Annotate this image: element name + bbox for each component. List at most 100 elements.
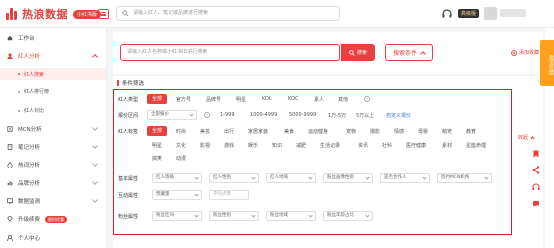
sidebar-item-brands[interactable]: 品牌分析	[0, 175, 107, 191]
avg-likes-input[interactable]: 平均点赞	[209, 190, 249, 200]
main-content: 请输入红人名称或小红书ID进行搜索 搜索 搜索条件 添加收藏 条件筛选 红人类型…	[107, 28, 545, 248]
kol-search-placeholder: 请输入红人名称或小红书ID进行搜索	[127, 49, 208, 55]
kol-tag-option[interactable]: 知识	[272, 142, 282, 149]
kol-tag-option[interactable]: 游戏	[224, 142, 234, 149]
vip-badge[interactable]: 高级版	[458, 9, 480, 18]
help-icon[interactable]: ?	[204, 112, 210, 118]
bookmark-icon[interactable]	[532, 150, 540, 158]
kol-type-label: 红人类型	[118, 97, 139, 103]
edition-badge[interactable]: 小红书版	[73, 9, 102, 19]
sidebar-item-upgrade[interactable]: 升级续费 限时优惠	[0, 211, 107, 227]
kol-tag-option[interactable]: 美妆	[200, 128, 210, 135]
collapse-tags-toggle[interactable]: 收起	[518, 134, 535, 141]
sidebar-item-label: 红人搜索	[24, 71, 45, 78]
kol-type-option[interactable]: 其他	[338, 96, 348, 103]
kol-type-option[interactable]: 品牌号	[206, 96, 221, 103]
logo[interactable]: 热浪数据 小红书版	[6, 6, 102, 22]
chat-icon[interactable]	[532, 200, 540, 208]
sidebar-item-kol-search[interactable]: 红人搜索	[0, 68, 106, 80]
kol-level-select[interactable]: 红人等级	[152, 173, 202, 183]
partner-select[interactable]: 是否合作人	[380, 173, 430, 183]
plus-circle-icon	[511, 49, 517, 56]
kol-tag-option[interactable]: 减肥	[296, 142, 306, 149]
search-button[interactable]: 搜索	[341, 44, 375, 61]
price-option[interactable]: 1000-4999	[250, 112, 277, 118]
kol-tag-option[interactable]: 出行	[224, 128, 234, 135]
kol-tag-option[interactable]: 娱乐	[248, 142, 258, 149]
price-option[interactable]: 1万-5万	[328, 112, 346, 119]
sidebar-item-label: 工作台	[18, 36, 35, 42]
search-conditions-button[interactable]: 搜索条件	[385, 44, 433, 61]
home-icon	[7, 35, 13, 41]
sidebar-item-notes[interactable]: 笔记分析	[0, 139, 107, 155]
sidebar-item-label: 升级续费	[18, 217, 41, 223]
kol-tag-option[interactable]: 时尚	[176, 128, 186, 135]
sidebar-item-kol-compare[interactable]: 红人对比	[18, 107, 44, 114]
headset-icon[interactable]	[441, 8, 453, 20]
kol-tag-option[interactable]: 教育	[466, 128, 476, 135]
kol-search-input[interactable]: 请输入红人名称或小红书ID进行搜索	[120, 44, 340, 61]
kol-gender-select[interactable]: 红人性别	[209, 173, 259, 183]
kol-tag-option[interactable]: 动漫	[176, 155, 186, 162]
help-icon[interactable]: ?	[364, 96, 370, 102]
sidebar-item-personal[interactable]: 个人中心	[0, 230, 107, 246]
fan-attrs-label: 粉丝属性	[118, 214, 139, 220]
kol-tag-option[interactable]: 美食	[284, 128, 294, 135]
kol-tag-option[interactable]: 母婴	[418, 128, 428, 135]
share-icon[interactable]	[532, 166, 540, 174]
fan-gender-profile-select[interactable]: 粉丝画像性别	[323, 173, 373, 183]
kol-tag-option[interactable]: 家居家装	[248, 128, 268, 135]
sidebar-item-kol-ranking[interactable]: 红人排行榜	[18, 88, 49, 95]
kol-tag-all[interactable]: 全部	[147, 126, 167, 136]
kol-type-option[interactable]: 官方号	[176, 96, 191, 103]
kol-tag-option[interactable]: 宠物	[346, 128, 356, 135]
custom-price-link[interactable]: 自定义报价	[386, 112, 411, 119]
sidebar-item-workbench[interactable]: 工作台	[0, 30, 107, 46]
kol-tag-option[interactable]: 医疗健康	[406, 142, 426, 149]
sidebar-item-kol-analysis[interactable]: 红人分析	[0, 48, 107, 64]
price-select[interactable]: 全部报价	[147, 110, 197, 120]
kol-tag-option[interactable]: 影视	[200, 142, 210, 149]
kol-type-option[interactable]: 明星	[236, 96, 246, 103]
kol-type-option[interactable]: KOL	[262, 96, 272, 102]
sidebar-item-topics[interactable]: 热词分析	[0, 157, 107, 173]
add-favorite-link[interactable]: 添加收藏	[511, 49, 539, 56]
price-option[interactable]: 5万以上	[356, 112, 374, 119]
sidebar-item-mcn[interactable]: MCN分析	[0, 121, 107, 137]
global-search-input[interactable]: 请输入红人、笔记或品牌进行搜索	[116, 6, 340, 21]
avatar[interactable]	[484, 7, 497, 20]
chevron-down-icon	[92, 143, 98, 149]
menu-toggle-icon[interactable]	[98, 9, 109, 19]
fan-region-select[interactable]: 粉丝地域	[266, 211, 316, 221]
price-option[interactable]: 5000-9999	[289, 112, 316, 118]
price-option[interactable]: 1-999	[220, 112, 235, 118]
kol-tag-option[interactable]: 星座命理	[466, 142, 486, 149]
kol-type-all[interactable]: 全部	[147, 94, 167, 104]
feedback-tab[interactable]: 意见反馈	[540, 40, 554, 86]
kol-tag-option[interactable]: 摄影	[370, 128, 380, 135]
kol-tag-option[interactable]: 搞笑	[152, 155, 162, 162]
likes-saves-select[interactable]: 赞藏量	[152, 190, 202, 200]
kol-tag-option[interactable]: 明星	[152, 142, 162, 149]
mcn-select[interactable]: 签约MCN机构	[437, 173, 492, 183]
kol-type-option[interactable]: KOC	[288, 96, 298, 102]
kol-region-select[interactable]: 红人地域	[266, 173, 316, 183]
search-panel: 请输入红人名称或小红书ID进行搜索 搜索 搜索条件 添加收藏	[113, 32, 543, 74]
kol-tag-option[interactable]: 情感	[394, 128, 404, 135]
kol-tag-option[interactable]: 社科	[382, 142, 392, 149]
sidebar-item-label: 笔记分析	[18, 145, 41, 151]
fan-range-select[interactable]: 粉丝区间	[152, 211, 202, 221]
kol-tag-option[interactable]: 素材	[442, 142, 452, 149]
kol-tag-option[interactable]: 萌宠	[442, 128, 452, 135]
fan-gender-select[interactable]: 粉丝性别	[209, 211, 259, 221]
kol-type-option[interactable]: 素人	[314, 96, 324, 103]
diamond-icon	[7, 216, 13, 222]
kol-tag-option[interactable]: 生活记录	[320, 142, 340, 149]
support-icon[interactable]	[532, 183, 540, 191]
kol-tag-option[interactable]: 文化	[176, 142, 186, 149]
sidebar-item-monitor[interactable]: 数据监测	[0, 193, 107, 209]
kol-tag-option[interactable]: 资讯	[358, 142, 368, 149]
fan-age-select[interactable]: 粉丝年龄占比	[323, 211, 373, 221]
username[interactable]	[500, 9, 526, 17]
kol-tag-option[interactable]: 运动健身	[308, 128, 328, 135]
